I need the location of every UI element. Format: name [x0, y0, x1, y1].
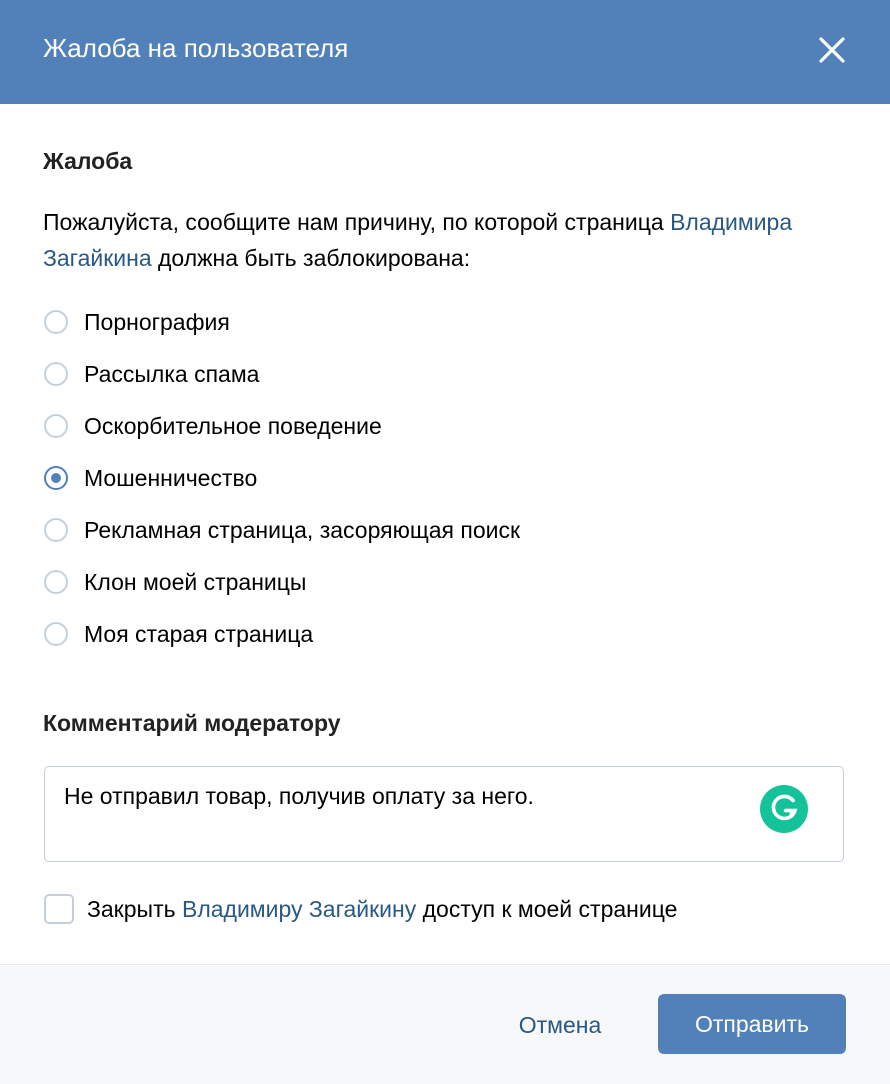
- user-profile-link-secondary[interactable]: Владимиру Загайкину: [182, 896, 416, 922]
- reason-option-fraud[interactable]: Мошенничество: [44, 463, 257, 493]
- close-icon: [819, 37, 845, 63]
- comment-section-title: Комментарий модератору: [43, 710, 341, 736]
- report-user-dialog: Жалоба на пользователя Жалоба Пожалуйста…: [0, 0, 890, 1084]
- radio-button[interactable]: [44, 518, 68, 542]
- reason-option-label: Оскорбительное поведение: [84, 413, 382, 439]
- reason-option-pornography[interactable]: Порнография: [44, 307, 230, 337]
- dialog-footer: Отмена Отправить: [0, 964, 890, 1084]
- radio-button[interactable]: [44, 414, 68, 438]
- reason-option-label: Мошенничество: [84, 465, 258, 491]
- moderator-comment-textarea[interactable]: Не отправил товар, получив оплату за нег…: [44, 766, 844, 862]
- radio-button[interactable]: [44, 622, 68, 646]
- intro-text-before: Пожалуйста, сообщите нам причину, по кот…: [43, 209, 671, 235]
- dialog-header: Жалоба на пользователя: [0, 0, 890, 104]
- reason-option-old-page[interactable]: Моя старая страница: [44, 619, 313, 649]
- grammarly-button[interactable]: [760, 785, 808, 833]
- reason-option-label: Клон моей страницы: [84, 569, 307, 595]
- intro-text-after: должна быть заблокирована:: [151, 245, 471, 271]
- block-text-after: доступ к моей странице: [416, 896, 678, 922]
- close-button[interactable]: [812, 30, 852, 70]
- radio-button-selected[interactable]: [44, 466, 68, 490]
- cancel-button[interactable]: Отмена: [495, 995, 625, 1055]
- reason-option-label: Рекламная страница, засоряющая поиск: [84, 517, 521, 543]
- submit-button[interactable]: Отправить: [658, 994, 846, 1054]
- reason-option-clone[interactable]: Клон моей страницы: [44, 567, 306, 597]
- complaint-section-title: Жалоба: [43, 148, 133, 174]
- reason-option-advertising[interactable]: Рекламная страница, засоряющая поиск: [44, 515, 520, 545]
- radio-button[interactable]: [44, 362, 68, 386]
- reason-option-label: Порнография: [84, 309, 230, 335]
- reason-option-abuse[interactable]: Оскорбительное поведение: [44, 411, 382, 441]
- block-access-checkbox[interactable]: [44, 894, 74, 924]
- radio-button[interactable]: [44, 570, 68, 594]
- reason-option-label: Моя старая страница: [84, 621, 314, 647]
- block-access-option[interactable]: Закрыть Владимиру Загайкину доступ к мое…: [44, 893, 677, 925]
- block-access-label: Закрыть Владимиру Загайкину доступ к мое…: [87, 894, 677, 924]
- dialog-title: Жалоба на пользователя: [43, 33, 349, 63]
- comment-text: Не отправил товар, получив оплату за нег…: [64, 783, 534, 809]
- radio-button[interactable]: [44, 310, 68, 334]
- reason-option-spam[interactable]: Рассылка спама: [44, 359, 259, 389]
- block-text-before: Закрыть: [87, 896, 182, 922]
- complaint-intro: Пожалуйста, сообщите нам причину, по кот…: [43, 204, 843, 276]
- reason-option-label: Рассылка спама: [84, 361, 260, 387]
- grammarly-icon: [771, 794, 798, 821]
